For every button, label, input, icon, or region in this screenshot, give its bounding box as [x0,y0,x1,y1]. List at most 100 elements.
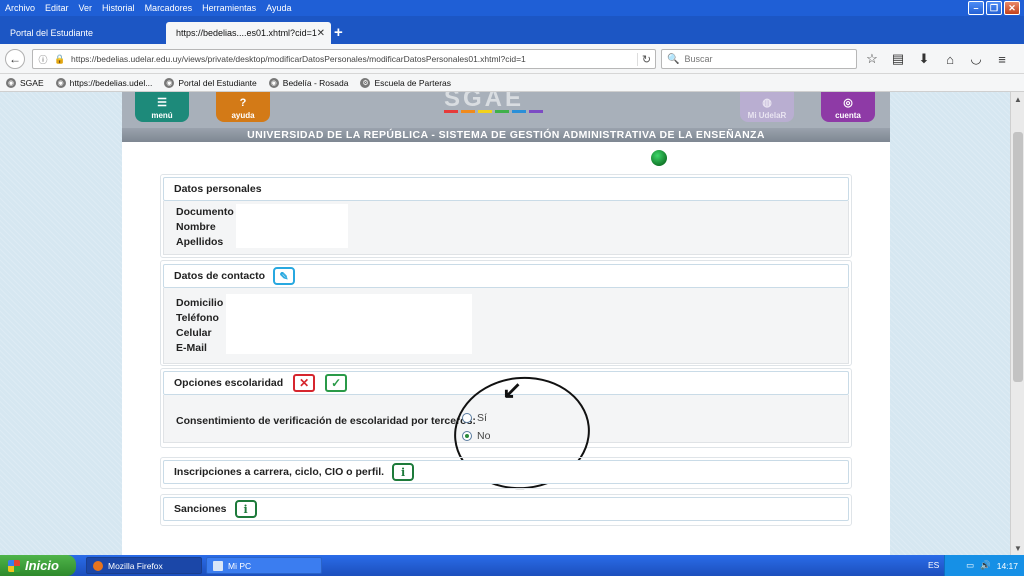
pocket-icon[interactable]: ◡ [968,51,984,67]
menu-archivo[interactable]: Archivo [0,0,40,16]
monitor-icon[interactable]: ▭ [966,560,974,571]
gear-icon: ⚙ [360,77,371,88]
field-label-telefono: Teléfono [176,312,219,324]
main-content: Datos personales Documento Nombre Apelli… [122,142,890,555]
menu-historial[interactable]: Historial [97,0,140,16]
language-indicator[interactable]: ES [928,560,939,570]
globe-icon: ◉ [164,77,175,88]
tile-label: cuenta [835,111,861,120]
tile-label: ayuda [231,111,255,120]
firefox-icon [93,560,103,571]
task-label: Mi PC [228,560,252,571]
personal-field-labels: Documento Nombre Apellidos [176,205,234,250]
bookmark-escuela-parteras[interactable]: ⚙ Escuela de Parteras [360,77,451,88]
consent-label: Consentimiento de verificación de escola… [176,415,476,427]
bookmark-label: Portal del Estudiante [178,77,257,88]
bookmark-portal[interactable]: ◉ Portal del Estudiante [164,77,257,88]
globe-icon: ◉ [55,77,66,88]
bookmark-label: SGAE [20,77,44,88]
help-icon: ? [239,97,247,109]
tab-label: Portal del Estudiante [10,28,94,38]
tile-label: Mi UdelaR [747,111,787,120]
tile-label: menú [151,111,173,120]
navigation-toolbar: ← ⓘ 🔒 ↻ 🔍 ☆ ▤ ⬇ ⌂ ◡ ≡ [0,44,1024,74]
bookmark-star-icon[interactable]: ☆ [864,51,880,67]
contact-data-body: Domicilio Teléfono Celular E-Mail [163,288,849,364]
menu-ver[interactable]: Ver [74,0,98,16]
help-tile-button[interactable]: ? ayuda [216,92,270,122]
search-bar[interactable]: 🔍 [661,49,857,69]
volume-icon[interactable]: 🔊 [980,560,991,571]
contact-data-header: Datos de contacto ✎ [163,264,849,288]
mi-udelar-tile-button[interactable]: ◍ Mi UdelaR [740,92,794,122]
taskbar-mi-pc[interactable]: Mi PC [206,557,322,574]
info-icon[interactable]: ⓘ [36,53,50,66]
sanctions-header: Sanciones i [163,497,849,521]
url-bar[interactable]: ⓘ 🔒 ↻ [32,49,656,69]
field-label-documento: Documento [176,206,234,218]
tab-label: https://bedelias....es01.xhtml?cid=1 [176,28,317,38]
bookmarks-bar: ◉ SGAE ◉ https://bedelias.udel... ◉ Portal … [0,74,1024,92]
search-input[interactable] [684,54,845,64]
scroll-thumb[interactable] [1013,132,1023,382]
scroll-up-icon[interactable]: ▲ [1011,92,1024,106]
menu-icon: ☰ [157,97,167,109]
search-icon: 🔍 [667,53,680,65]
start-button[interactable]: Inicio [0,555,76,576]
account-tile-button[interactable]: ◎ cuenta [821,92,875,122]
globe-icon: ◉ [268,77,279,88]
panel-title: Inscripciones a carrera, ciclo, CIO o pe… [174,466,385,478]
minimize-button[interactable]: – [968,1,984,15]
edit-icon[interactable]: ✎ [273,267,296,285]
hamburger-menu-icon[interactable]: ≡ [994,51,1010,67]
sgae-logo-bars [444,110,543,113]
new-tab-icon[interactable]: + [334,24,343,41]
menu-herramientas[interactable]: Herramientas [197,0,261,16]
url-input[interactable] [71,54,637,64]
panel-title: Sanciones [174,503,227,515]
home-icon[interactable]: ⌂ [942,51,958,67]
personal-data-header[interactable]: Datos personales [163,177,849,201]
tab-portal-estudiante[interactable]: Portal del Estudiante [0,22,165,44]
tab-bedelias[interactable]: https://bedelias....es01.xhtml?cid=1 ✕ [166,22,331,44]
maximize-button[interactable]: ❐ [986,1,1002,15]
download-icon[interactable]: ⬇ [916,51,932,67]
field-label-nombre: Nombre [176,221,216,233]
confirm-icon[interactable]: ✓ [325,374,348,392]
back-button[interactable]: ← [5,49,25,69]
vertical-scrollbar[interactable]: ▲ ▼ [1010,92,1024,555]
cancel-icon[interactable]: ✕ [293,374,316,392]
computer-icon [213,560,223,571]
menu-editar[interactable]: Editar [40,0,74,16]
reload-icon[interactable]: ↻ [637,52,655,66]
field-label-apellidos: Apellidos [176,236,224,248]
reading-list-icon[interactable]: ▤ [890,51,906,67]
bookmark-label: Bedelía - Rosada [282,77,349,88]
globe-icon: ◉ [6,77,16,88]
status-indicator-icon [651,150,667,166]
info-icon[interactable]: i [234,500,257,518]
taskbar-firefox[interactable]: Mozilla Firefox [86,557,202,574]
tab-bar: Portal del Estudiante https://bedelias..… [0,16,1024,44]
info-icon[interactable]: i [392,463,415,481]
clock[interactable]: 14:17 [997,561,1018,571]
taskbar: Inicio Mozilla Firefox Mi PC ES ▭ 🔊 14:1… [0,555,1024,576]
lock-icon: 🔒 [54,53,66,64]
bookmark-bedelia-rosada[interactable]: ◉ Bedelía - Rosada [268,77,349,88]
annotation-arrow-icon: ↙ [502,377,523,404]
personal-data-body: Documento Nombre Apellidos [163,201,849,255]
field-label-celular: Celular [176,327,212,339]
bookmark-label: https://bedelias.udel... [69,77,153,88]
scroll-down-icon[interactable]: ▼ [1011,541,1024,555]
close-window-button[interactable]: ✕ [1004,1,1020,15]
menu-marcadores[interactable]: Marcadores [140,0,198,16]
menu-bar: Archivo Editar Ver Historial Marcadores … [0,0,1024,16]
bookmark-sgae[interactable]: ◉ SGAE [6,77,44,88]
university-icon: ◍ [762,97,772,109]
panel-title: Opciones escolaridad [174,377,284,389]
menu-ayuda[interactable]: Ayuda [261,0,296,16]
menu-tile-button[interactable]: ☰ menú [135,92,189,122]
close-tab-icon[interactable]: ✕ [317,28,325,39]
bookmark-bedelias[interactable]: ◉ https://bedelias.udel... [55,77,153,88]
user-icon: ◎ [843,97,853,109]
